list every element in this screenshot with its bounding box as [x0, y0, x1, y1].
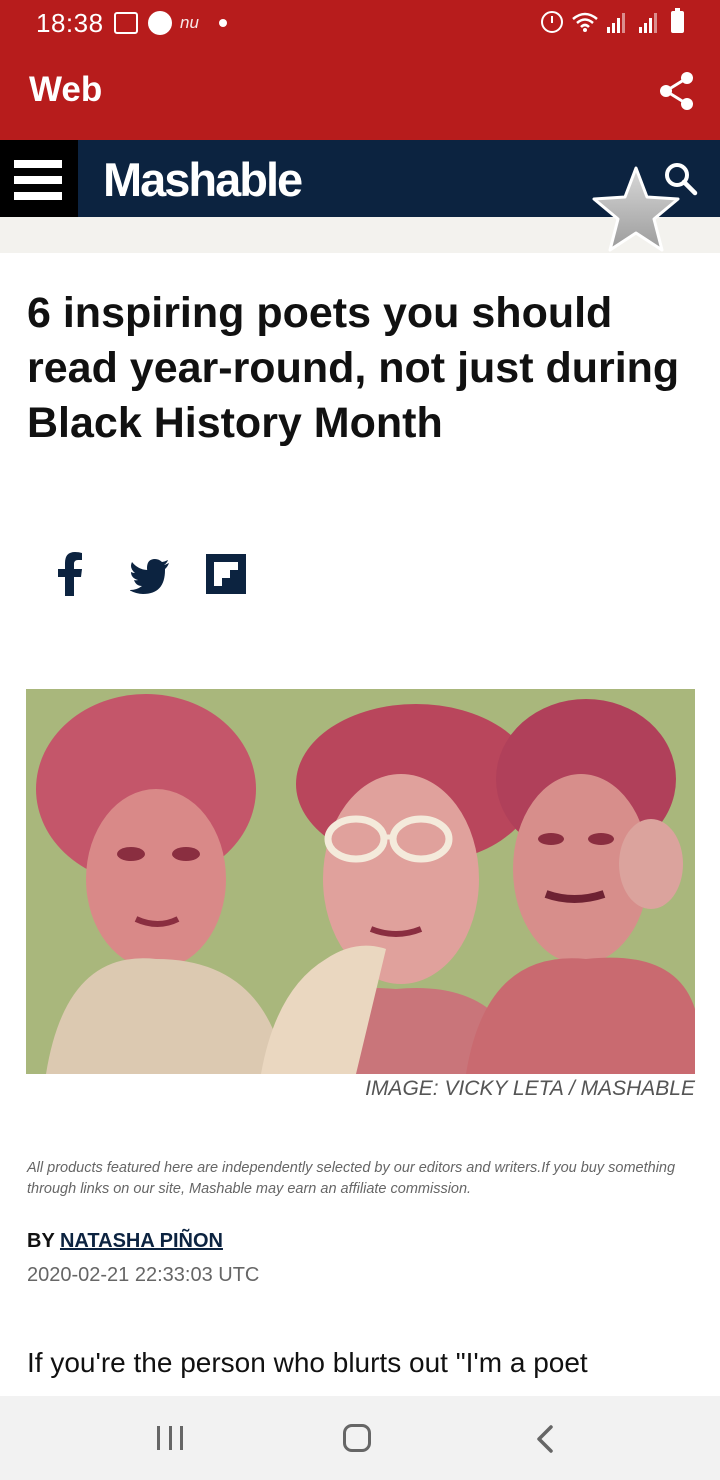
back-icon[interactable]	[534, 1424, 556, 1454]
byline-prefix: BY	[27, 1230, 60, 1252]
publish-date: 2020-02-21 22:33:03 UTC	[27, 1264, 260, 1286]
wifi-icon	[572, 12, 598, 32]
flipboard-icon[interactable]	[206, 552, 246, 596]
twitter-icon[interactable]	[130, 552, 170, 596]
messenger-icon	[148, 11, 172, 35]
status-bar: 18:38 nu	[0, 0, 720, 46]
star-icon[interactable]	[590, 164, 682, 256]
affiliate-disclaimer: All products featured here are independe…	[27, 1160, 676, 1197]
recents-icon[interactable]	[157, 1426, 183, 1450]
system-nav-bar	[0, 1396, 720, 1480]
article-body: If you're the person who blurts out "I'm…	[27, 1347, 588, 1378]
notification-dot	[219, 19, 227, 27]
byline: BY NATASHA PIÑON	[27, 1230, 223, 1253]
app-title: Web	[29, 70, 103, 109]
facebook-icon[interactable]	[56, 552, 84, 596]
article-headline: 6 inspiring poets you should read year-r…	[27, 289, 680, 447]
nu-app-icon: nu	[180, 13, 199, 32]
app-bar: Web	[0, 46, 720, 140]
home-icon[interactable]	[343, 1424, 371, 1452]
status-icons-right	[541, 8, 684, 35]
signal-icon	[639, 11, 663, 33]
site-logo[interactable]: Mashable	[103, 152, 303, 207]
signal-icon	[607, 11, 631, 33]
alarm-icon	[541, 11, 563, 33]
article-hero-image	[26, 689, 695, 1074]
hamburger-menu-icon[interactable]	[0, 140, 78, 217]
gallery-icon	[114, 12, 138, 34]
author-link[interactable]: NATASHA PIÑON	[60, 1230, 223, 1252]
share-icon[interactable]	[658, 70, 696, 112]
image-caption: IMAGE: VICKY LETA / MASHABLE	[365, 1077, 695, 1100]
status-time: 18:38	[36, 8, 104, 38]
battery-icon	[671, 8, 684, 33]
